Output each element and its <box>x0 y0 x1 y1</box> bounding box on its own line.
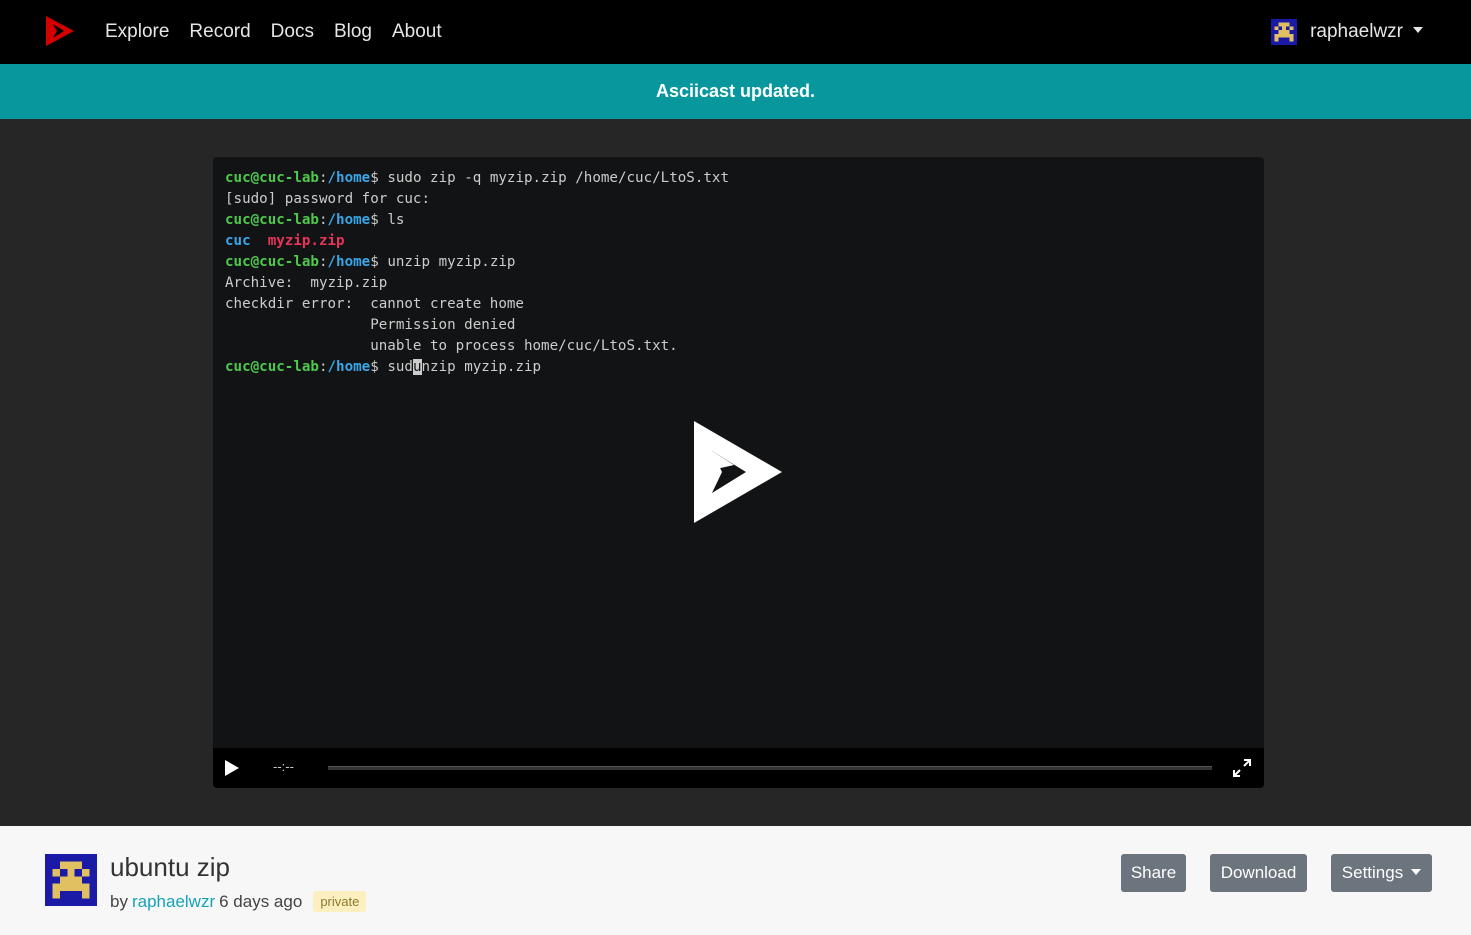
terminal-line: unable to process home/cuc/LtoS.txt. <box>225 336 729 357</box>
terminal-line: cuc myzip.zip <box>225 231 729 252</box>
player-control-bar: --:-- <box>213 748 1264 788</box>
terminal-text: /home <box>327 212 371 228</box>
settings-button-label: Settings <box>1341 863 1404 882</box>
terminal-line: Archive: myzip.zip <box>225 273 729 294</box>
top-navbar: Explore Record Docs Blog About raphaelwz… <box>0 0 1471 64</box>
asciinema-logo-icon[interactable] <box>44 14 76 48</box>
terminal-text: Archive: myzip.zip <box>225 275 388 291</box>
nav-blog-link[interactable]: Blog <box>334 21 372 43</box>
terminal-text: cuc@cuc-lab <box>225 359 319 375</box>
author-avatar-icon[interactable] <box>45 854 97 906</box>
flash-message: Asciicast updated. <box>0 64 1471 119</box>
asciinema-player[interactable]: cuc@cuc-lab:/home$ sudo zip -q myzip.zip… <box>213 157 1264 788</box>
terminal-text: unable to process home/cuc/LtoS.txt. <box>225 338 678 354</box>
nav-about-link[interactable]: About <box>392 21 442 43</box>
visibility-badge: private <box>313 891 367 912</box>
terminal-line: checkdir error: cannot create home <box>225 294 729 315</box>
terminal-cursor: u <box>412 359 422 375</box>
terminal-text: : <box>318 212 328 228</box>
terminal-line: cuc@cuc-lab:/home$ sudunzip myzip.zip <box>225 357 729 378</box>
terminal-text: $ unzip myzip.zip <box>370 254 516 270</box>
share-button-label: Share <box>1130 863 1177 882</box>
user-menu-dropdown[interactable]: raphaelwzr <box>1271 0 1423 64</box>
asciicast-info: ubuntu zip by raphaelwzr 6 days ago priv… <box>0 826 1471 935</box>
settings-dropdown-button[interactable]: Settings <box>1331 854 1432 892</box>
terminal-line: cuc@cuc-lab:/home$ ls <box>225 210 729 231</box>
terminal-text: $ sud <box>370 359 413 375</box>
terminal-line: cuc@cuc-lab:/home$ sudo zip -q myzip.zip… <box>225 168 729 189</box>
nav-docs-link[interactable]: Docs <box>271 21 314 43</box>
nav-record-link[interactable]: Record <box>189 21 250 43</box>
terminal-text: myzip.zip <box>267 233 345 249</box>
terminal-text: cuc@cuc-lab <box>225 212 319 228</box>
terminal-text: : <box>318 359 328 375</box>
terminal-text: /home <box>327 170 371 186</box>
asciicast-title: ubuntu zip <box>110 852 230 882</box>
nav-links: Explore Record Docs Blog About <box>105 0 462 64</box>
download-button[interactable]: Download <box>1210 854 1307 892</box>
nav-explore-link[interactable]: Explore <box>105 21 169 43</box>
terminal-text: $ sudo zip -q myzip.zip /home/cuc/LtoS.t… <box>370 170 729 186</box>
time-ago: 6 days ago <box>219 891 303 911</box>
byline: by raphaelwzr 6 days ago private <box>110 891 367 912</box>
by-label: by <box>110 891 128 911</box>
play-icon[interactable] <box>225 760 239 776</box>
terminal-text: : <box>318 170 328 186</box>
terminal-text: $ ls <box>370 212 405 228</box>
terminal-text: nzip myzip.zip <box>421 359 542 375</box>
terminal-text: /home <box>327 359 371 375</box>
terminal-text: cuc <box>225 233 251 249</box>
user-avatar-icon <box>1271 19 1298 45</box>
flash-text: Asciicast updated. <box>655 81 816 101</box>
share-button[interactable]: Share <box>1121 854 1186 892</box>
username-label: raphaelwzr <box>1310 21 1403 42</box>
terminal-text: cuc@cuc-lab <box>225 254 319 270</box>
chevron-down-icon <box>1411 869 1422 875</box>
chevron-down-icon <box>1413 27 1423 33</box>
terminal-text: Permission denied <box>225 317 516 333</box>
terminal-text: /home <box>327 254 371 270</box>
terminal-text: checkdir error: cannot create home <box>225 296 524 312</box>
terminal-line: Permission denied <box>225 315 729 336</box>
terminal-line: cuc@cuc-lab:/home$ unzip myzip.zip <box>225 252 729 273</box>
time-display: --:-- <box>273 759 294 774</box>
author-link[interactable]: raphaelwzr <box>132 892 215 912</box>
terminal-screen: cuc@cuc-lab:/home$ sudo zip -q myzip.zip… <box>225 168 729 378</box>
terminal-text: : <box>318 254 328 270</box>
terminal-text: cuc@cuc-lab <box>225 170 319 186</box>
big-play-icon[interactable] <box>694 421 782 523</box>
player-stage: cuc@cuc-lab:/home$ sudo zip -q myzip.zip… <box>0 119 1471 826</box>
download-button-label: Download <box>1220 863 1297 882</box>
progress-bar[interactable] <box>328 766 1212 770</box>
terminal-text: [sudo] password for cuc: <box>225 191 430 207</box>
terminal-line: [sudo] password for cuc: <box>225 189 729 210</box>
fullscreen-icon[interactable] <box>1232 758 1252 778</box>
